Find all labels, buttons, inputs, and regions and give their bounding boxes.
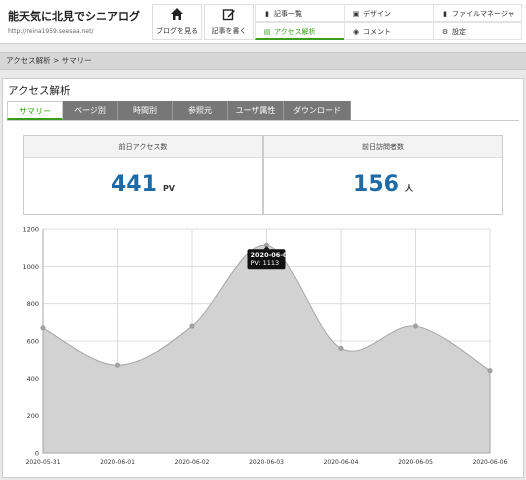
menu-access-label: アクセス解析 (274, 28, 316, 36)
page-title: アクセス解析 (8, 85, 71, 97)
stat-prev-access-value: 441 (111, 172, 157, 197)
y-tick-label: 600 (27, 338, 39, 346)
tooltip-value: PV: 1113 (251, 259, 280, 267)
data-point[interactable] (338, 345, 344, 351)
menu-file-manager[interactable]: ▮ ファイルマネージャ (433, 4, 522, 22)
document-icon: ▮ (443, 10, 447, 18)
access-chart: 0 200 400 600 800 1000 1200 2020-05-31 2020-06-… (22, 226, 508, 467)
site-brand[interactable]: 能天気に北見でシニアログ http://reina1959.seesaa.net… (8, 8, 148, 35)
stat-prev-visitors-unit: 人 (404, 184, 413, 193)
image-icon: ▣ (352, 10, 360, 18)
menu-design[interactable]: ▣ デザイン (344, 4, 434, 22)
write-article-button[interactable]: 記事を書く (204, 4, 254, 40)
x-tick-label: 2020-06-03 (249, 459, 284, 466)
y-tick-label: 0 (35, 450, 39, 458)
site-title[interactable]: 能天気に北見でシニアログ (8, 8, 148, 24)
menu-articles-label: 記事一覧 (274, 10, 302, 18)
menu-settings[interactable]: ⚙ 設定 (433, 22, 522, 40)
tab-summary[interactable]: サマリー (7, 101, 63, 120)
data-point[interactable] (413, 323, 418, 329)
write-article-label: 記事を書く (211, 27, 247, 35)
data-point[interactable] (40, 325, 46, 331)
y-tick-label: 200 (27, 412, 39, 420)
y-tick-label: 1000 (22, 263, 39, 271)
x-tick-label: 2020-05-31 (26, 459, 61, 466)
access-panel: アクセス解析 サマリー ページ別 時間別 参照元 ユーザ属性 ダウンロード 前日… (2, 78, 524, 478)
breadcrumb: アクセス解析 > サマリー (0, 52, 526, 70)
menu-design-label: デザイン (363, 10, 391, 18)
edit-icon (205, 7, 253, 25)
data-point[interactable] (189, 323, 195, 329)
stat-prev-visitors: 前日訪問者数 156 人 (263, 135, 503, 215)
menu-comments-label: コメント (363, 28, 391, 36)
view-blog-button[interactable]: ブログを見る (152, 4, 202, 40)
tab-by-page[interactable]: ページ別 (63, 101, 118, 120)
data-point[interactable] (115, 362, 120, 368)
site-url[interactable]: http://reina1959.seesaa.net/ (8, 28, 148, 35)
tab-by-time[interactable]: 時間別 (118, 101, 173, 120)
x-tick-label: 2020-06-04 (324, 459, 359, 466)
menu-access[interactable]: ▤ アクセス解析 (255, 22, 345, 40)
view-blog-label: ブログを見る (156, 27, 198, 35)
menu-comments[interactable]: ◉ コメント (344, 22, 434, 40)
gear-icon: ⚙ (441, 28, 449, 36)
chart-area (42, 244, 491, 454)
tab-download[interactable]: ダウンロード (284, 101, 351, 120)
menu-settings-label: 設定 (452, 28, 466, 36)
header-menu: ▮ 記事一覧 ▣ デザイン ▮ ファイルマネージャ ▤ アクセス解析 ◉ コメント ⚙ 設定 (255, 4, 522, 40)
top-header: 能天気に北見でシニアログ http://reina1959.seesaa.net… (0, 0, 526, 44)
tab-referrer[interactable]: 参照元 (173, 101, 228, 120)
stat-prev-access-label: 前日アクセス数 (24, 136, 262, 158)
chart-icon: ▤ (263, 28, 271, 36)
tooltip-date: 2020-06-03 (251, 251, 293, 259)
file-icon: ▮ (265, 10, 269, 18)
x-tick-label: 2020-06-01 (100, 459, 135, 466)
menu-file-manager-label: ファイルマネージャ (452, 10, 515, 18)
home-icon (153, 7, 201, 25)
x-tick-label: 2020-06-02 (175, 459, 210, 466)
stat-prev-access-unit: PV (162, 184, 175, 193)
stat-prev-visitors-label: 前日訪問者数 (264, 136, 502, 158)
y-tick-label: 1200 (22, 226, 39, 234)
tab-user-attributes[interactable]: ユーザ属性 (228, 101, 284, 120)
x-tick-label: 2020-06-05 (398, 459, 433, 466)
stat-prev-visitors-value: 156 (353, 172, 399, 197)
comment-icon: ◉ (352, 28, 360, 36)
stat-prev-access: 前日アクセス数 441 PV (23, 135, 263, 215)
x-tick-label: 2020-06-06 (473, 459, 508, 466)
y-tick-label: 800 (27, 300, 39, 308)
data-point[interactable] (487, 368, 493, 374)
chart-tooltip: 2020-06-03 PV: 1113 (247, 246, 293, 270)
menu-articles[interactable]: ▮ 記事一覧 (255, 4, 345, 22)
tab-divider (7, 120, 519, 121)
y-tick-label: 400 (27, 375, 39, 383)
